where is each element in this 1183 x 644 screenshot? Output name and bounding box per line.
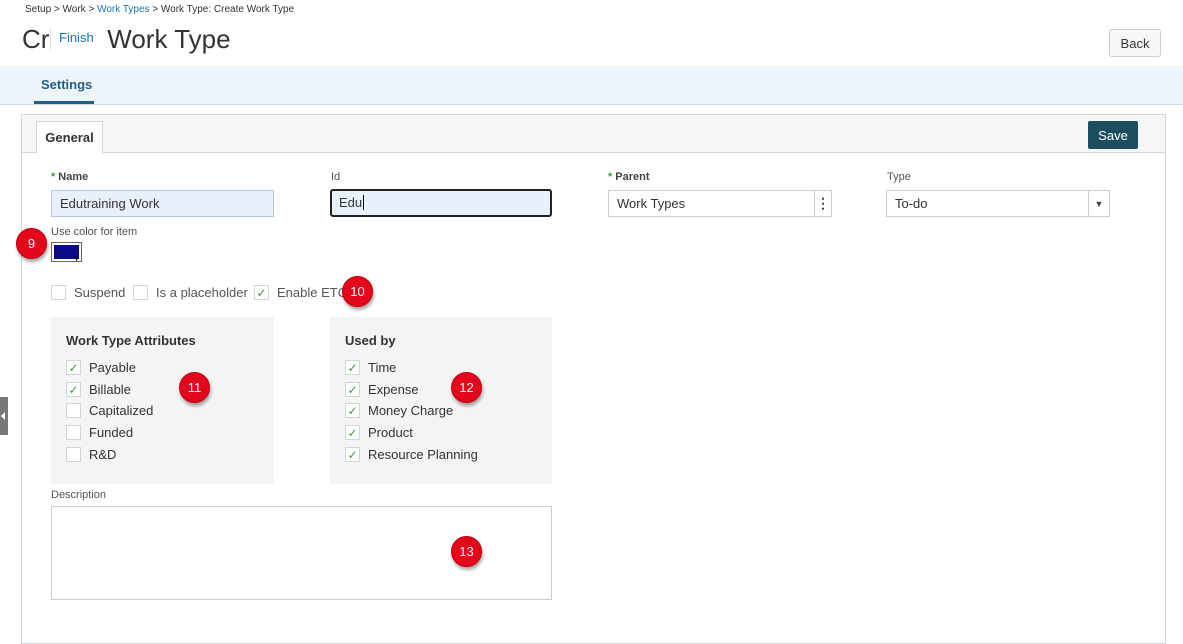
attribute-capitalized[interactable]: Capitalized <box>66 403 153 418</box>
used-by-expense[interactable]: ✓ Expense <box>345 382 419 397</box>
attribute-payable[interactable]: ✓ Payable <box>66 360 136 375</box>
used-by-product[interactable]: ✓ Product <box>345 425 413 440</box>
suspend-checkbox-row[interactable]: Suspend <box>51 285 125 300</box>
annotation-badge-10: 10 <box>342 276 373 307</box>
required-marker: * <box>608 171 613 183</box>
settings-tab-bar <box>0 66 1183 105</box>
placeholder-checkbox-row[interactable]: Is a placeholder <box>133 285 248 300</box>
billable-checkbox[interactable]: ✓ <box>66 382 81 397</box>
capitalized-checkbox[interactable] <box>66 403 81 418</box>
product-checkbox[interactable]: ✓ <box>345 425 360 440</box>
tab-general[interactable]: General <box>36 121 103 154</box>
payable-checkbox[interactable]: ✓ <box>66 360 81 375</box>
breadcrumb-suffix: > Work Type: Create Work Type <box>149 4 295 15</box>
color-picker[interactable]: ▼ <box>51 242 82 263</box>
chevron-down-icon: ▼ <box>73 256 80 263</box>
expense-checkbox[interactable]: ✓ <box>345 382 360 397</box>
panel-collapse-handle[interactable] <box>0 397 8 435</box>
breadcrumb-link-work-types[interactable]: Work Types <box>97 4 149 15</box>
tab-settings[interactable]: Settings <box>41 77 92 92</box>
used-by-money-charge[interactable]: ✓ Money Charge <box>345 403 453 418</box>
suspend-checkbox[interactable] <box>51 285 66 300</box>
funded-checkbox[interactable] <box>66 425 81 440</box>
work-type-attributes-title: Work Type Attributes <box>66 333 196 348</box>
chevron-down-icon[interactable]: ▼ <box>1088 191 1109 216</box>
required-marker: * <box>51 171 56 183</box>
parent-input[interactable]: Work Types ⋮ <box>608 190 832 217</box>
tab-settings-underline <box>34 101 94 104</box>
breadcrumb: Setup > Work > Work Types > Work Type: C… <box>25 4 294 15</box>
color-label: Use color for item <box>51 226 138 238</box>
type-select[interactable]: To-do ▼ <box>886 190 1110 217</box>
annotation-badge-12: 12 <box>451 372 482 403</box>
used-by-time[interactable]: ✓ Time <box>345 360 396 375</box>
enable-etc-checkbox[interactable]: ✓ <box>254 285 269 300</box>
used-by-title: Used by <box>345 333 396 348</box>
annotation-badge-9: 9 <box>16 228 47 259</box>
attribute-billable[interactable]: ✓ Billable <box>66 382 131 397</box>
description-label: Description <box>51 489 107 501</box>
money-charge-checkbox[interactable]: ✓ <box>345 403 360 418</box>
resource-planning-checkbox[interactable]: ✓ <box>345 447 360 462</box>
parent-label: * Parent <box>608 171 650 183</box>
used-by-resource-planning[interactable]: ✓ Resource Planning <box>345 447 478 462</box>
finish-tab[interactable]: Finish <box>50 28 102 50</box>
id-input[interactable]: Edu <box>330 189 552 217</box>
name-label: * Name <box>51 171 89 183</box>
annotation-badge-13: 13 <box>451 536 482 567</box>
enable-etc-checkbox-row[interactable]: ✓ Enable ETC <box>254 285 347 300</box>
annotation-badge-11: 11 <box>179 372 210 403</box>
more-options-icon[interactable]: ⋮ <box>814 191 831 216</box>
rnd-checkbox[interactable] <box>66 447 81 462</box>
breadcrumb-prefix: Setup > Work > <box>25 4 98 15</box>
form-panel-header <box>22 115 1165 153</box>
name-input[interactable]: Edutraining Work <box>51 190 274 217</box>
save-button[interactable]: Save <box>1088 121 1138 149</box>
time-checkbox[interactable]: ✓ <box>345 360 360 375</box>
attribute-rnd[interactable]: R&D <box>66 447 116 462</box>
attribute-funded[interactable]: Funded <box>66 425 133 440</box>
placeholder-checkbox[interactable] <box>133 285 148 300</box>
type-label: Type <box>887 171 911 183</box>
id-label: Id <box>331 171 341 183</box>
back-button[interactable]: Back <box>1109 29 1161 57</box>
